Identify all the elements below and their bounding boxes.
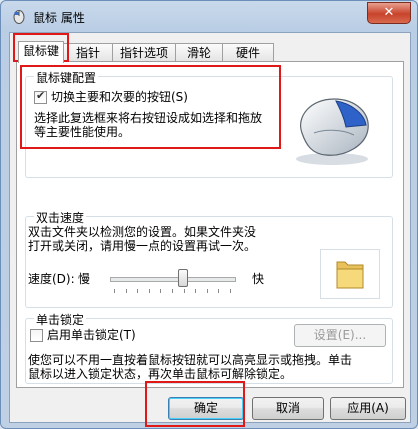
tab-pointer-options[interactable]: 指针选项 xyxy=(112,43,176,62)
fast-label: 快 xyxy=(252,272,265,286)
slider-tick xyxy=(206,289,208,293)
title-bar[interactable]: 鼠标 属性 ✕ xyxy=(1,1,417,31)
close-button[interactable]: ✕ xyxy=(367,2,411,24)
tab-label: 鼠标键 xyxy=(22,44,59,58)
close-icon: ✕ xyxy=(383,5,395,20)
apply-button-label: 应用(A) xyxy=(347,401,389,415)
mouse-app-icon xyxy=(11,8,27,24)
settings-button-label: 设置(E)... xyxy=(313,328,367,342)
cancel-button[interactable]: 取消 xyxy=(252,397,324,420)
tab-label: 指针 xyxy=(75,46,100,60)
double-click-speed-thumb[interactable] xyxy=(178,269,189,287)
group-title: 双击速度 xyxy=(34,209,87,226)
click-lock-checkbox[interactable] xyxy=(30,329,43,342)
apply-button[interactable]: 应用(A) xyxy=(330,397,406,420)
slider-tick xyxy=(218,289,220,293)
tab-label: 硬件 xyxy=(235,46,260,60)
cancel-button-label: 取消 xyxy=(275,401,300,415)
tab-wheel[interactable]: 滑轮 xyxy=(175,43,223,62)
slider-tick xyxy=(195,289,197,293)
slider-tick xyxy=(160,289,162,293)
double-click-group: 双击速度 双击文件夹以检测您的设置。如果文件夹没 打开或关闭，请用慢一点的设置再… xyxy=(25,209,393,308)
slider-tick xyxy=(114,289,115,293)
double-click-speed-track[interactable] xyxy=(110,277,236,282)
double-click-description-line1: 双击文件夹以检测您的设置。如果文件夹没 xyxy=(28,225,257,239)
mouse-illustration xyxy=(284,89,380,169)
slider-tick xyxy=(183,289,185,293)
window-title: 鼠标 属性 xyxy=(33,11,85,25)
click-lock-settings-button[interactable]: 设置(E)... xyxy=(294,324,386,347)
tab-label: 滑轮 xyxy=(186,46,211,60)
tab-hardware[interactable]: 硬件 xyxy=(222,43,274,62)
slider-tick xyxy=(137,289,139,293)
click-lock-group: 单击锁定 启用单击锁定(T) 设置(E)... 使您可以不用一直按着鼠标按钮就可… xyxy=(25,311,393,384)
click-lock-label[interactable]: 启用单击锁定(T) xyxy=(47,328,136,342)
speed-label: 速度(D): xyxy=(28,272,75,286)
slow-label: 慢 xyxy=(78,272,91,286)
annotation-box-ok xyxy=(145,381,245,427)
tab-pointers[interactable]: 指针 xyxy=(63,43,113,62)
annotation-box-swap-buttons xyxy=(20,65,281,149)
slider-tick xyxy=(148,289,150,293)
tab-label: 指针选项 xyxy=(119,46,168,60)
click-lock-description-line2: 鼠标以进入锁定状态，再次单击鼠标可解除锁定。 xyxy=(28,367,293,381)
slider-tick xyxy=(230,289,231,293)
click-lock-description-line1: 使您可以不用一直按着鼠标按钮就可以高亮显示或拖拽。单击 xyxy=(28,353,353,367)
double-click-description-line2: 打开或关闭，请用慢一点的设置再试一次。 xyxy=(28,239,257,253)
slider-tick xyxy=(125,289,127,293)
tab-buttons[interactable]: 鼠标键 xyxy=(18,41,64,63)
group-title: 单击锁定 xyxy=(34,311,87,328)
folder-icon[interactable] xyxy=(320,249,380,299)
slider-tick xyxy=(172,289,173,293)
